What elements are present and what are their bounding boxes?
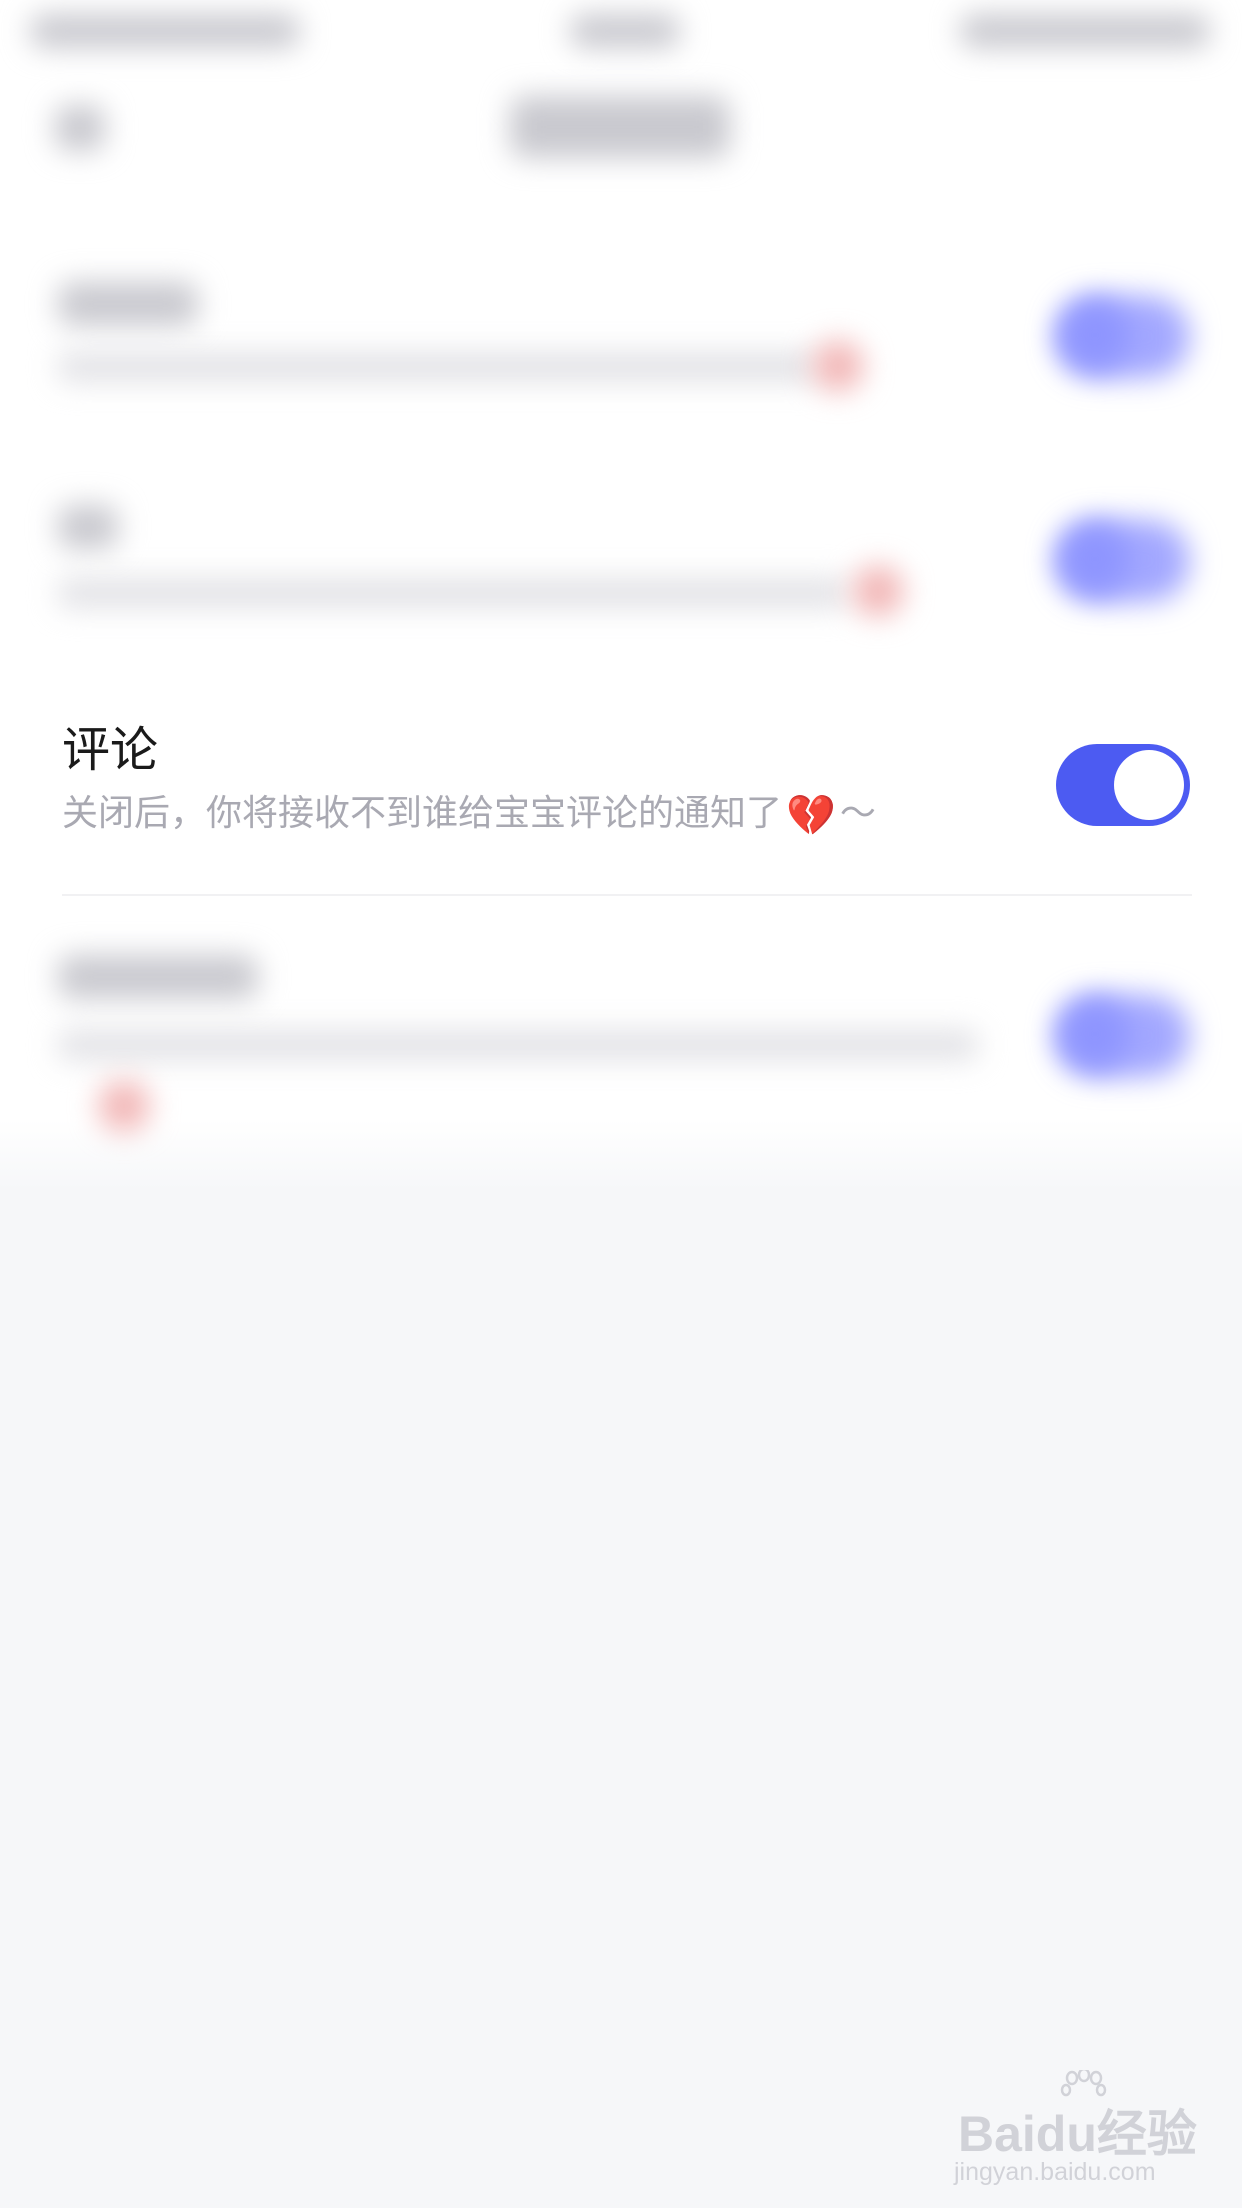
comment-toggle-switch[interactable]	[1056, 744, 1190, 826]
page-title-blurred	[510, 96, 730, 158]
row4-title-blurred	[58, 955, 258, 999]
setting-description-text: 关闭后，你将接收不到谁给宝宝评论的通知了	[62, 793, 783, 834]
toggle-knob	[1114, 750, 1184, 820]
back-button-blurred[interactable]	[55, 105, 105, 151]
setting-title: 评论	[62, 722, 159, 778]
setting-description-suffix: ～	[839, 793, 876, 834]
watermark-url: jingyan.baidu.com	[954, 2158, 1156, 2186]
row2-toggle-knob-blurred	[1060, 524, 1130, 594]
setting-row-comment: 评论 关闭后，你将接收不到谁给宝宝评论的通知了 💔 ～	[0, 700, 1242, 896]
row-divider	[62, 894, 1192, 896]
baidu-jingyan-watermark: Baidu经验 jingyan.baidu.com	[950, 2070, 1197, 2190]
row2-title-blurred	[58, 505, 118, 549]
row4-toggle-knob-blurred	[1060, 999, 1130, 1069]
status-bar-battery-blurred	[960, 14, 1210, 48]
row1-title-blurred	[58, 282, 198, 326]
row4-emoji-blurred	[98, 1080, 150, 1132]
row2-emoji-blurred	[852, 565, 904, 617]
status-bar-carrier-blurred	[30, 14, 300, 48]
watermark-brand: Baidu经验	[958, 2106, 1197, 2162]
setting-description: 关闭后，你将接收不到谁给宝宝评论的通知了 💔 ～	[62, 793, 876, 839]
status-bar-time-blurred	[570, 14, 680, 48]
row4-desc-blurred	[58, 1030, 978, 1060]
row1-toggle-knob-blurred	[1060, 300, 1130, 370]
row1-desc-blurred	[58, 352, 818, 382]
broken-heart-icon: 💔	[786, 793, 836, 839]
row2-desc-blurred	[58, 578, 848, 608]
row1-emoji-blurred	[812, 340, 864, 392]
